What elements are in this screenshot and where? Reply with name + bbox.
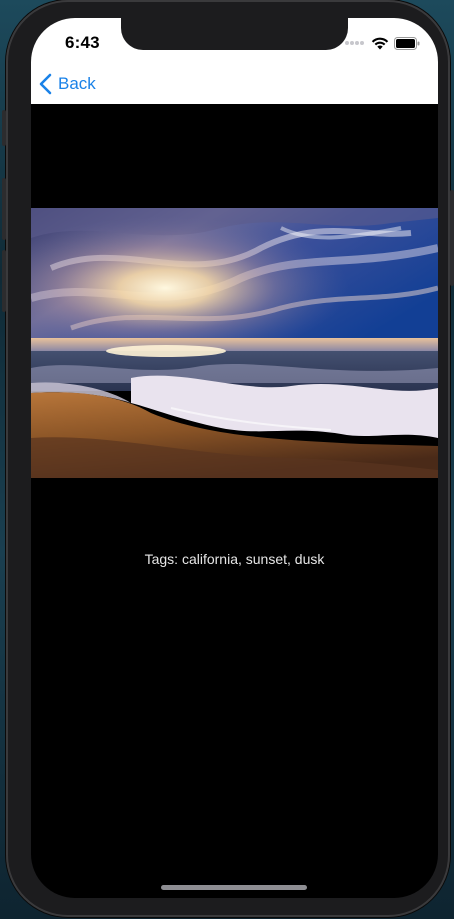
- notch: [121, 18, 348, 50]
- battery-icon: [394, 36, 420, 50]
- chevron-left-icon: [39, 73, 52, 95]
- back-button-label: Back: [58, 74, 96, 93]
- screen: 6:43 Back Tags: california, sunset, dusk: [31, 18, 438, 898]
- phone-frame: 6:43 Back Tags: california, sunset, dusk: [2, 0, 454, 917]
- home-indicator[interactable]: [161, 885, 307, 890]
- back-button[interactable]: Back: [39, 68, 96, 100]
- volume-up-button: [2, 178, 6, 240]
- beach-sunset-photo: [31, 208, 438, 478]
- mute-switch: [2, 110, 6, 146]
- power-button: [450, 190, 454, 286]
- navigation-bar: Back: [31, 68, 438, 104]
- volume-down-button: [2, 250, 6, 312]
- status-bar: 6:43: [31, 18, 438, 68]
- tags-label: Tags: california, sunset, dusk: [144, 551, 325, 567]
- status-time: 6:43: [65, 33, 100, 52]
- status-icons: [344, 36, 420, 50]
- signal-dots-icon: [345, 41, 364, 45]
- wifi-icon: [371, 37, 389, 49]
